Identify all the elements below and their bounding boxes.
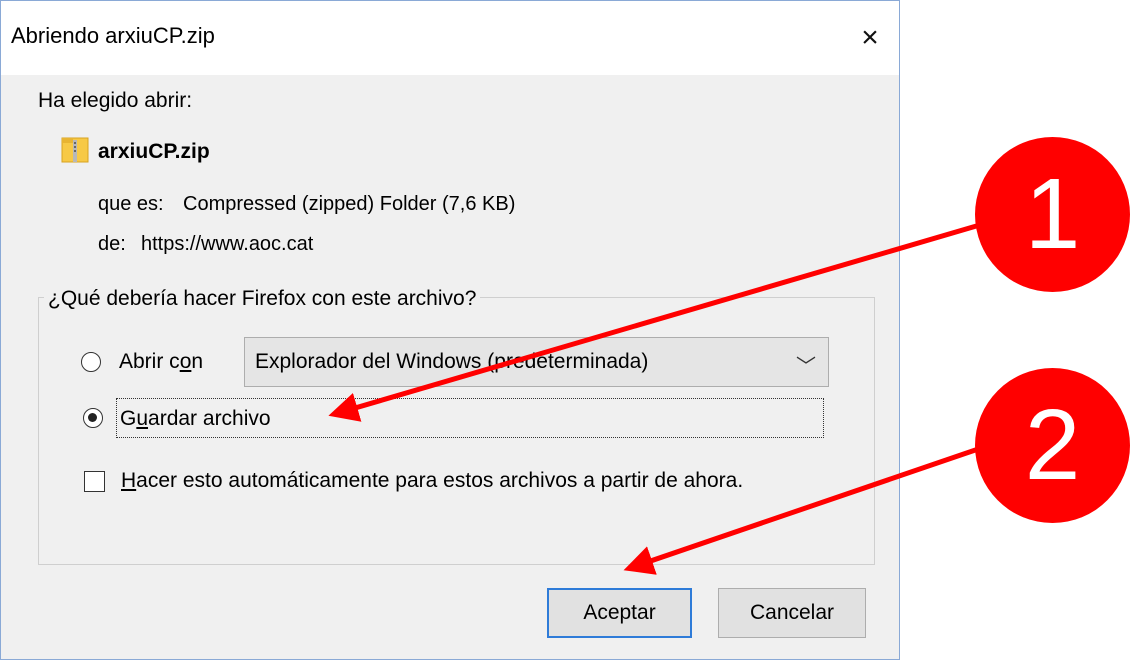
open-with-select[interactable]: Explorador del Windows (predeterminada) … [244, 337, 829, 387]
dialog-titlebar: Abriendo arxiuCP.zip × [1, 1, 899, 75]
type-value: Compressed (zipped) Folder (7,6 KB) [183, 193, 516, 215]
auto-action-checkbox[interactable] [84, 471, 105, 492]
chevron-down-icon: ﹀ [796, 356, 816, 378]
from-label: de: [98, 233, 126, 255]
type-label: que es: [98, 193, 164, 215]
step-2-badge: 2 [975, 368, 1130, 523]
open-with-app: Explorador del Windows (predeterminada) [255, 350, 649, 373]
auto-action-label[interactable]: Hacer esto automáticamente para estos ar… [121, 469, 743, 493]
zip-folder-icon [60, 135, 90, 170]
open-with-label[interactable]: Abrir con [119, 350, 203, 374]
cancel-button[interactable]: Cancelar [718, 588, 866, 638]
accept-button[interactable]: Aceptar [547, 588, 692, 638]
file-name: arxiuCP.zip [98, 140, 210, 163]
open-with-radio[interactable] [81, 352, 101, 372]
save-file-radio[interactable] [83, 408, 103, 428]
save-file-label[interactable]: Guardar archivo [120, 407, 271, 431]
download-dialog: Abriendo arxiuCP.zip × Ha elegido abrir:… [0, 0, 900, 660]
from-value: https://www.aoc.cat [141, 233, 314, 255]
action-question: ¿Qué debería hacer Firefox con este arch… [44, 287, 481, 311]
step-1-badge: 1 [975, 137, 1130, 292]
radio-selected-dot [88, 413, 97, 422]
dialog-title: Abriendo arxiuCP.zip [11, 23, 215, 48]
intro-text: Ha elegido abrir: [38, 89, 193, 112]
close-icon[interactable]: × [853, 21, 887, 55]
